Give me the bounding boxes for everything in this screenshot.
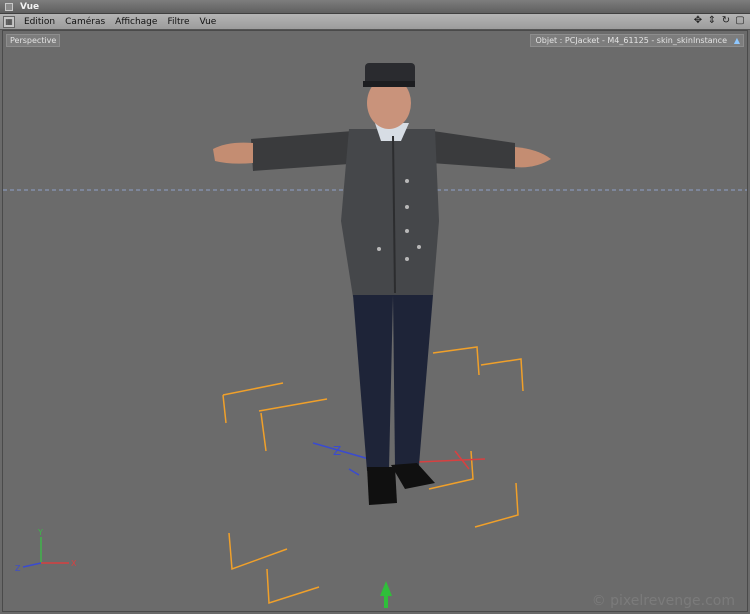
window-titlebar: Vue — [0, 0, 750, 14]
watermark: © pixelrevenge.com — [591, 593, 735, 609]
camera-label[interactable]: Perspective — [6, 34, 61, 47]
axis-x-label: X — [71, 559, 77, 568]
move-icon[interactable]: ✥ — [692, 15, 704, 27]
axis-y-label: Y — [37, 528, 43, 537]
menu-filtre[interactable]: Filtre — [162, 17, 194, 27]
rotate-icon[interactable]: ↻ — [720, 15, 732, 27]
navigation-icons: ✥ ⇕ ↻ ▢ — [692, 15, 746, 27]
axis-z-label: Z — [15, 564, 21, 573]
menubar: ▦ Edition Caméras Affichage Filtre Vue ✥… — [0, 14, 750, 30]
scene-canvas: Z Y X Z — [3, 63, 747, 608]
maximize-icon[interactable]: ▢ — [734, 15, 746, 27]
menu-affichage[interactable]: Affichage — [110, 17, 162, 27]
menu-vue[interactable]: Vue — [195, 17, 222, 27]
object-type-icon: ▲ — [733, 36, 740, 45]
object-label-text: Objet : PCJacket - M4_61125 - skin_skinI… — [535, 36, 727, 45]
object-label: Objet : PCJacket - M4_61125 - skin_skinI… — [530, 34, 744, 47]
view-menu-icon[interactable]: ▦ — [3, 15, 15, 28]
dolly-icon[interactable]: ⇕ — [706, 15, 718, 27]
menu-cameras[interactable]: Caméras — [60, 17, 110, 27]
menu-edition[interactable]: Edition — [19, 17, 60, 27]
window-title: Vue — [20, 1, 40, 12]
world-axis-indicator — [22, 537, 69, 568]
pivot-z-label: Z — [333, 444, 341, 458]
3d-viewport[interactable]: Z Y X Z Perspective Objet: PCJacket - M… — [2, 30, 748, 612]
window-grip-icon[interactable] — [5, 2, 13, 11]
move-handle — [380, 581, 392, 608]
